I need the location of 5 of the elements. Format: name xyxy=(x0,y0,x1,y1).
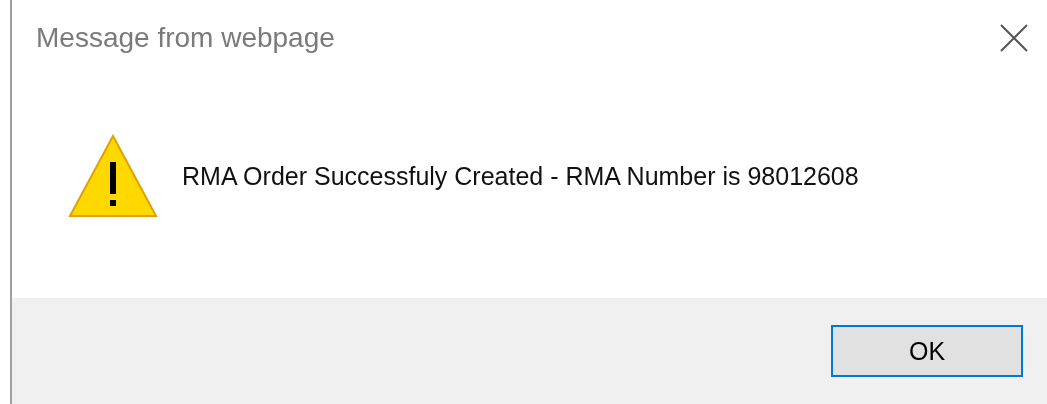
message-text: RMA Order Successfuly Created - RMA Number is 98012608 xyxy=(182,161,859,191)
warning-icon xyxy=(68,134,158,218)
window-title: Message from webpage xyxy=(36,22,335,54)
ok-button[interactable]: OK xyxy=(831,325,1023,377)
close-icon[interactable] xyxy=(999,23,1029,53)
